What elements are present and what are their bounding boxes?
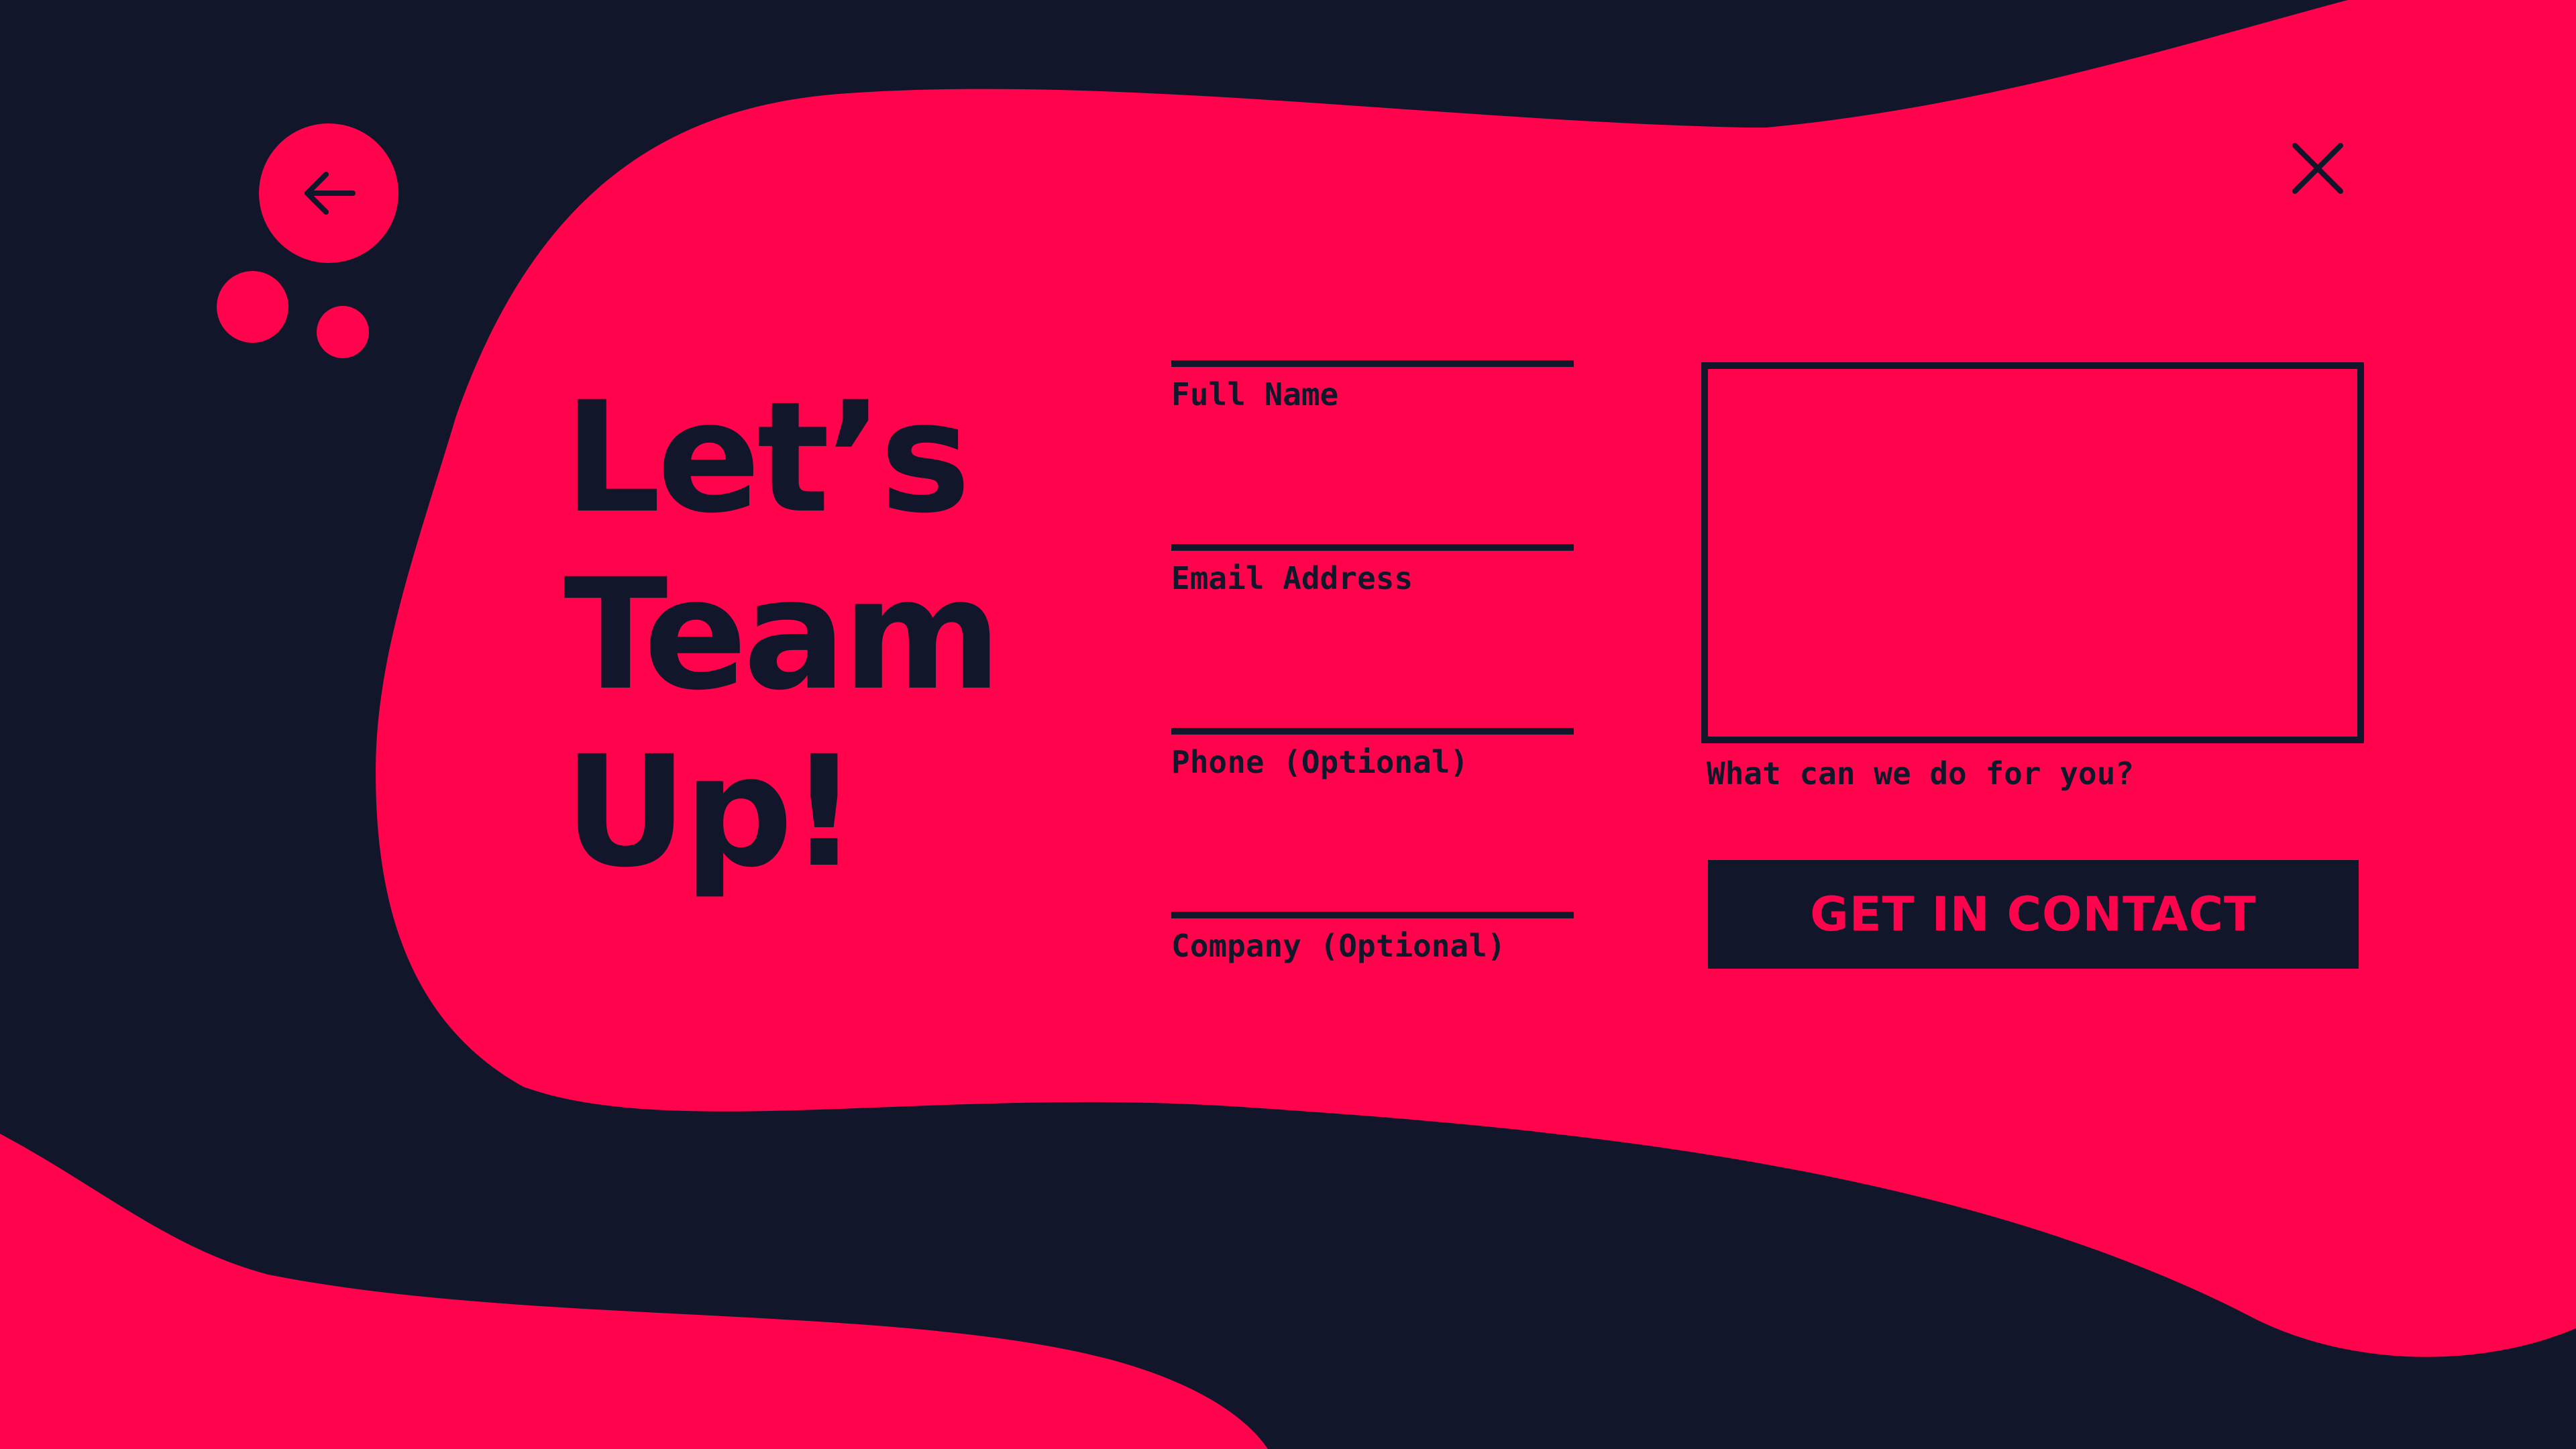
close-icon bbox=[2292, 143, 2343, 194]
company-field[interactable]: Company (Optional) bbox=[1171, 912, 1574, 985]
full-name-label: Full Name bbox=[1171, 376, 1339, 413]
headline-line: Up! bbox=[564, 722, 859, 901]
get-in-contact-button[interactable]: GET IN CONTACT bbox=[1708, 860, 2359, 969]
close-button[interactable] bbox=[2281, 131, 2355, 205]
phone-field[interactable]: Phone (Optional) bbox=[1171, 728, 1574, 916]
bottom-left-blob bbox=[0, 1134, 1268, 1449]
email-label: Email Address bbox=[1171, 560, 1413, 596]
back-button[interactable] bbox=[259, 123, 398, 263]
decorative-dot bbox=[317, 306, 369, 358]
arrow-left-icon bbox=[305, 172, 356, 215]
message-textarea[interactable] bbox=[1701, 362, 2364, 743]
email-field[interactable]: Email Address bbox=[1171, 544, 1574, 732]
page-title: Let’s Team Up! bbox=[564, 369, 1114, 900]
message-label: What can we do for you? bbox=[1707, 755, 2134, 792]
headline-line: Team bbox=[564, 545, 1002, 724]
phone-label: Phone (Optional) bbox=[1171, 744, 1469, 780]
company-label: Company (Optional) bbox=[1171, 928, 1506, 964]
full-name-field[interactable]: Full Name bbox=[1171, 360, 1574, 548]
decorative-dot bbox=[217, 271, 288, 343]
headline-line: Let’s bbox=[564, 368, 971, 547]
